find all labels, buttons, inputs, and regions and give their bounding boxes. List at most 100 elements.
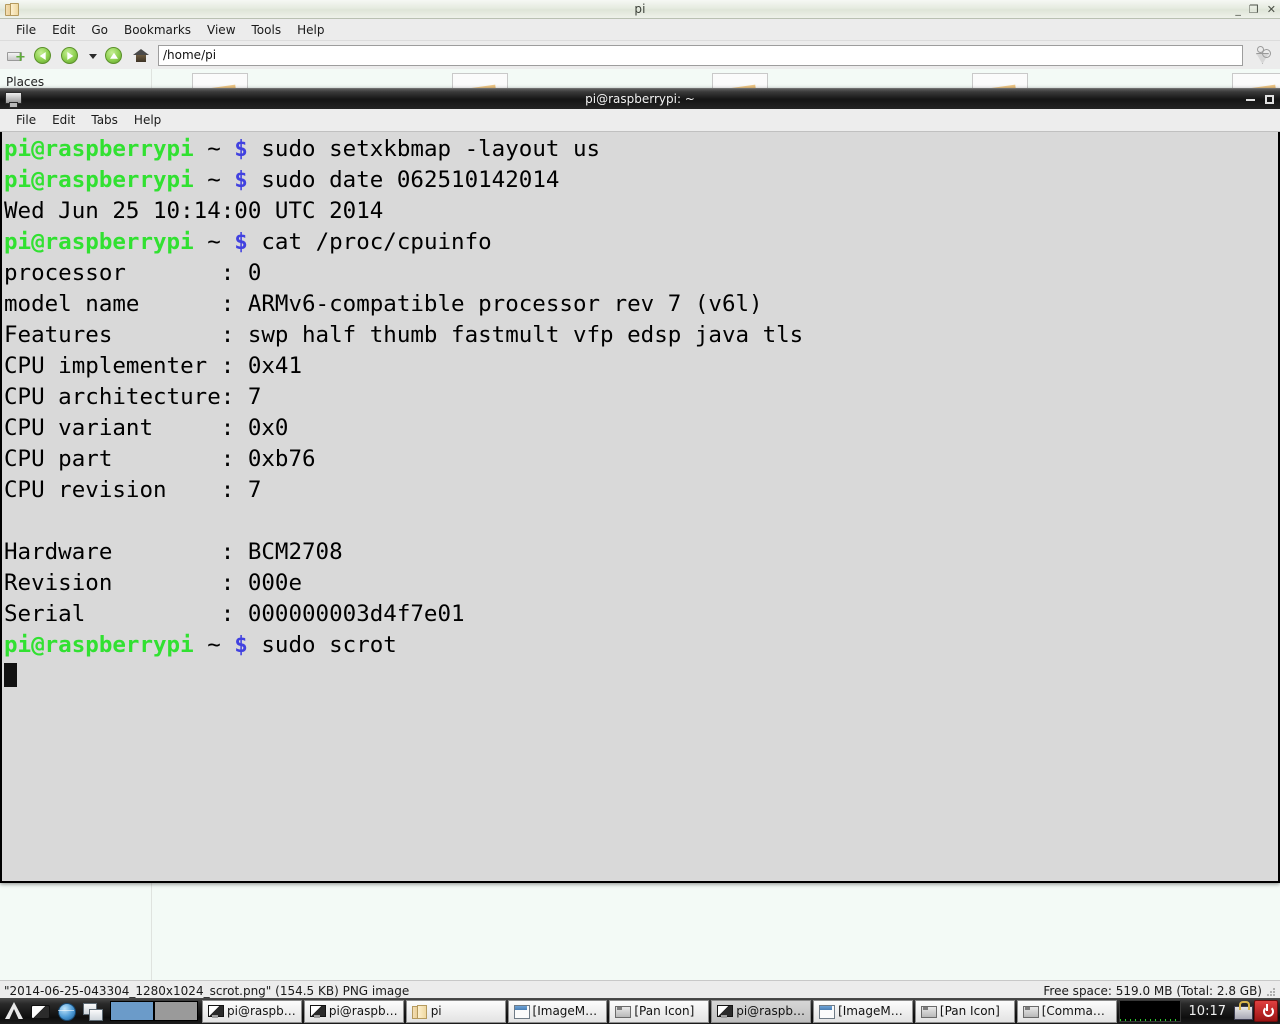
menu-view[interactable]: View	[199, 21, 243, 39]
terminal-output	[4, 506, 1278, 537]
terminal-line: pi@raspberrypi ~ $ sudo scrot	[4, 630, 1278, 661]
prompt-symbol: $	[234, 136, 248, 162]
taskbar-window-label: [Commands]	[1041, 1004, 1111, 1018]
prompt-path: ~	[193, 136, 235, 162]
terminal-titlebar: pi@raspberrypi: ~	[0, 88, 1280, 109]
prompt-user-host: pi@raspberrypi	[4, 632, 194, 658]
taskbar-window-button[interactable]: [Pan Icon]	[914, 999, 1015, 1023]
menu-go[interactable]: Go	[83, 21, 116, 39]
taskbar-window-button[interactable]: [Commands]	[1016, 999, 1117, 1023]
terminal-menu-edit[interactable]: Edit	[44, 111, 83, 129]
terminal-icon	[208, 1004, 224, 1018]
file-manager-titlebar: pi _ ❐ ✕	[0, 0, 1280, 19]
close-button[interactable]: ✕	[1267, 0, 1276, 19]
terminal-output: Hardware : BCM2708	[4, 539, 343, 565]
taskbar-window-button[interactable]: [Pan Icon]	[609, 999, 710, 1023]
taskbar-window-label: pi	[430, 1004, 442, 1018]
terminal-icon[interactable]	[28, 999, 52, 1023]
up-arrow-icon[interactable]	[102, 43, 126, 67]
terminal-output: CPU part : 0xb76	[4, 446, 316, 472]
terminal-output: CPU variant : 0x0	[4, 415, 289, 441]
terminal-output: CPU revision : 7	[4, 477, 262, 503]
prompt-user-host: pi@raspberrypi	[4, 136, 194, 162]
terminal-output: Revision : 000e	[4, 570, 303, 596]
terminal-window: pi@raspberrypi: ~ File Edit Tabs Help pi…	[0, 88, 1280, 883]
terminal-command: sudo setxkbmap -layout us	[247, 136, 601, 162]
workspace-1[interactable]	[110, 1001, 154, 1021]
prompt-user-host: pi@raspberrypi	[4, 229, 194, 255]
workspace-pager[interactable]	[110, 1001, 198, 1021]
lock-screen-icon[interactable]	[1232, 1000, 1254, 1022]
places-label: Places	[6, 75, 45, 89]
file-manager-toolbar: /home/pi	[0, 41, 1280, 69]
terminal-command: cat /proc/cpuinfo	[247, 229, 492, 255]
panel-icon	[1022, 1005, 1039, 1018]
maximize-button[interactable]: ❐	[1249, 0, 1259, 19]
taskbar-window-button[interactable]: pi@raspbe...	[303, 999, 404, 1023]
terminal-menu-file[interactable]: File	[8, 111, 44, 129]
workspace-2[interactable]	[154, 1001, 198, 1021]
new-tab-icon[interactable]	[4, 43, 28, 67]
resize-grip-icon[interactable]	[1266, 985, 1276, 997]
menu-file[interactable]: File	[8, 21, 44, 39]
terminal-output: Wed Jun 25 10:14:00 UTC 2014	[4, 198, 384, 224]
folder-icon	[411, 1004, 427, 1019]
terminal-menubar: File Edit Tabs Help	[0, 109, 1280, 132]
cpu-usage-graph[interactable]	[1118, 1000, 1181, 1022]
menu-icon[interactable]	[2, 999, 26, 1023]
terminal-icon	[309, 1004, 326, 1018]
menu-tools[interactable]: Tools	[244, 21, 290, 39]
taskbar-window-button[interactable]: [ImageMa...	[813, 999, 913, 1023]
chevron-down-icon[interactable]	[85, 43, 99, 67]
clock[interactable]: 10:17	[1183, 1004, 1232, 1019]
show-desktop-icon[interactable]	[80, 999, 104, 1023]
web-browser-icon[interactable]	[54, 999, 78, 1023]
home-icon[interactable]	[129, 43, 153, 67]
terminal-maximize-button[interactable]	[1265, 95, 1274, 104]
terminal-line: pi@raspberrypi ~ $ sudo date 06251014201…	[4, 165, 1278, 196]
prompt-symbol: $	[234, 229, 248, 255]
menu-help[interactable]: Help	[289, 21, 332, 39]
terminal-menu-tabs[interactable]: Tabs	[83, 111, 126, 129]
taskbar-window-button[interactable]: [ImageMa...	[507, 999, 608, 1023]
terminal-minimize-button[interactable]	[1246, 98, 1255, 101]
terminal-command: sudo date 062510142014	[247, 167, 560, 193]
terminal-command: sudo scrot	[247, 632, 397, 658]
prompt-path: ~	[193, 632, 235, 658]
taskbar-window-button[interactable]: pi@raspbe...	[202, 999, 302, 1023]
path-text: /home/pi	[163, 48, 217, 62]
taskbar: pi@raspbe... pi@raspbe... pi [ImageMa... [Pa…	[0, 998, 1280, 1024]
window-icon	[513, 1004, 530, 1019]
system-tray: 10:17	[1117, 998, 1280, 1024]
prompt-path: ~	[193, 229, 235, 255]
go-icon[interactable]	[1248, 43, 1276, 67]
shutdown-icon[interactable]	[1254, 1000, 1278, 1022]
taskbar-window-label: pi@raspbe...	[736, 1004, 806, 1018]
taskbar-window-button[interactable]: pi	[405, 999, 506, 1023]
terminal-screen[interactable]: pi@raspberrypi ~ $ sudo setxkbmap -layou…	[0, 132, 1280, 883]
terminal-line: pi@raspberrypi ~ $ sudo setxkbmap -layou…	[4, 134, 1278, 165]
taskbar-window-label: [ImageMa...	[838, 1004, 907, 1018]
forward-arrow-icon[interactable]	[58, 43, 82, 67]
path-input[interactable]: /home/pi	[158, 44, 1243, 66]
prompt-symbol: $	[234, 167, 248, 193]
terminal-output: Features : swp half thumb fastmult vfp e…	[4, 322, 804, 348]
terminal-icon	[717, 1004, 734, 1018]
terminal-menu-help[interactable]: Help	[126, 111, 169, 129]
terminal-cursor	[4, 663, 17, 687]
terminal-output: CPU implementer : 0x41	[4, 353, 303, 379]
status-selection-text: "2014-06-25-043304_1280x1024_scrot.png" …	[4, 983, 410, 998]
menu-bookmarks[interactable]: Bookmarks	[116, 21, 199, 39]
file-manager-statusbar: "2014-06-25-043304_1280x1024_scrot.png" …	[0, 980, 1280, 1000]
status-free-space: Free space: 519.0 MB (Total: 2.8 GB)	[1043, 983, 1262, 998]
prompt-path: ~	[193, 167, 235, 193]
taskbar-window-button[interactable]: pi@raspbe...	[711, 999, 812, 1023]
menu-edit[interactable]: Edit	[44, 21, 83, 39]
file-manager-title: pi	[634, 2, 646, 16]
taskbar-window-label: [Pan Icon]	[634, 1004, 695, 1018]
back-arrow-icon[interactable]	[31, 43, 55, 67]
taskbar-window-label: pi@raspbe...	[328, 1004, 398, 1018]
minimize-button[interactable]: _	[1235, 0, 1241, 19]
terminal-output: Serial : 000000003d4f7e01	[4, 601, 465, 627]
terminal-line	[4, 661, 1278, 692]
